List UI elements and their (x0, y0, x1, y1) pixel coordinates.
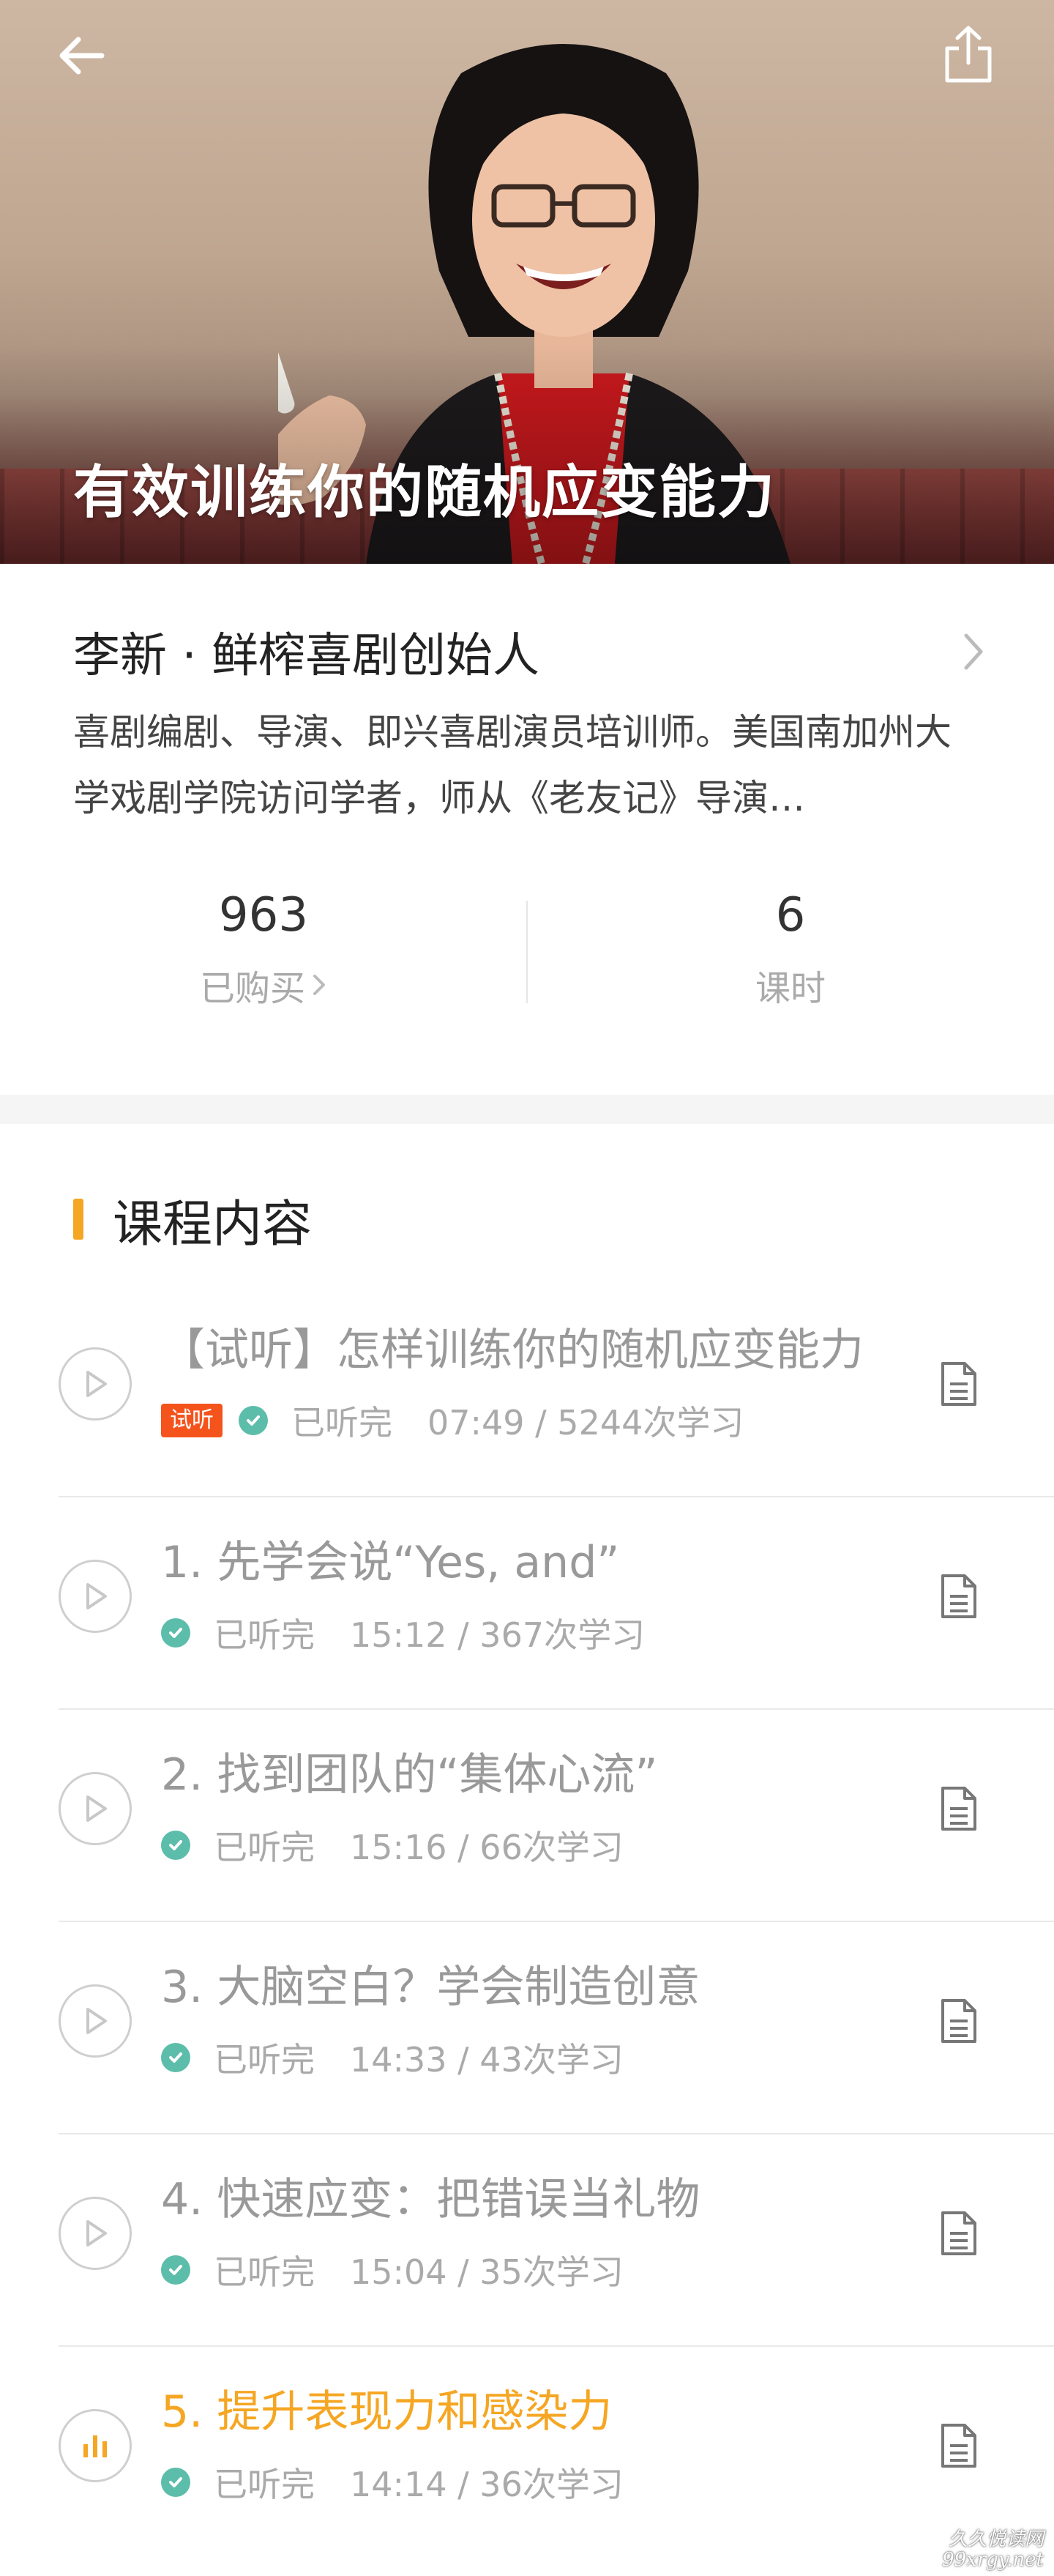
lesson-title: 5. 提升表现力和感染力 (161, 2386, 613, 2438)
chevron-right-icon (313, 975, 325, 995)
document-icon[interactable] (930, 1351, 988, 1417)
site-watermark: 久久悦读网 99xrgy.net (942, 2529, 1044, 2570)
arrow-left-icon (59, 37, 105, 75)
watermark-line-1: 久久悦读网 (948, 2528, 1044, 2550)
lesson-status: 已听完 (291, 1403, 392, 1443)
lesson-status: 已听完 (214, 2040, 315, 2080)
lesson-item-2[interactable]: 2. 找到团队的“集体心流” 已听完 15:16 / 66次学习 (59, 1710, 1054, 1922)
purchased-stat[interactable]: 963 已购买 (0, 886, 527, 1010)
play-button[interactable] (59, 1347, 132, 1421)
check-icon (239, 1406, 268, 1435)
lesson-item-trial[interactable]: 【试听】怎样训练你的随机应变能力 试听 已听完 07:49 / 5244次学习 (59, 1285, 1054, 1497)
lesson-meta: 已听完 15:16 / 66次学习 (161, 1820, 624, 1871)
play-icon (86, 2220, 107, 2246)
lessons-stat: 6 课时 (527, 886, 1054, 1010)
play-icon (86, 1795, 107, 1822)
lesson-title: 2. 找到团队的“集体心流” (161, 1749, 658, 1801)
purchased-label: 已购买 (199, 968, 305, 1009)
back-button[interactable] (53, 26, 111, 85)
lesson-duration-views: 15:16 / 66次学习 (350, 1828, 624, 1867)
play-button[interactable] (59, 2197, 132, 2270)
course-content-section: 课程内容 【试听】怎样训练你的随机应变能力 试听 已听完 07:49 / 524… (0, 1124, 1054, 2576)
author-card: 李新 · 鲜榨喜剧创始人 喜剧编剧、导演、即兴喜剧演员培训师。美国南加州大学戏剧… (0, 564, 1054, 1095)
lesson-duration-views: 14:14 / 36次学习 (350, 2465, 624, 2504)
lesson-meta: 已听完 14:14 / 36次学习 (161, 2457, 624, 2508)
watermark-line-2: 99xrgy.net (942, 2549, 1044, 2571)
play-icon (86, 1371, 107, 1397)
document-icon[interactable] (930, 2200, 988, 2266)
lesson-duration-views: 15:12 / 367次学习 (350, 1615, 646, 1655)
check-icon (161, 1831, 190, 1860)
author-link[interactable]: 李新 · 鲜榨喜剧创始人 (73, 615, 988, 688)
check-icon (161, 2255, 190, 2285)
lesson-item-5-playing[interactable]: 5. 提升表现力和感染力 已听完 14:14 / 36次学习 (59, 2347, 1054, 2559)
section-accent-bar (73, 1199, 83, 1240)
document-icon[interactable] (930, 1988, 988, 2054)
lesson-status: 已听完 (214, 2252, 315, 2292)
purchased-count: 963 (218, 888, 309, 942)
lesson-title: 1. 先学会说“Yes, and” (161, 1537, 620, 1588)
lesson-meta: 试听 已听完 07:49 / 5244次学习 (161, 1395, 744, 1446)
course-hero-banner: 有效训练你的随机应变能力 (0, 0, 1054, 564)
play-button[interactable] (59, 1560, 132, 1633)
lesson-duration-views: 14:33 / 43次学习 (350, 2040, 624, 2080)
playing-indicator-button[interactable] (59, 2409, 132, 2482)
author-bio: 喜剧编剧、导演、即兴喜剧演员培训师。美国南加州大学戏剧学院访问学者，师从《老友记… (73, 711, 952, 819)
play-button[interactable] (59, 1984, 132, 2058)
play-icon (86, 1583, 107, 1609)
course-title: 有效训练你的随机应变能力 (73, 460, 777, 526)
document-icon[interactable] (930, 2413, 988, 2479)
lessons-count: 6 (775, 888, 806, 942)
lesson-title: 3. 大脑空白？学会制造创意 (161, 1962, 700, 2013)
check-icon (161, 2043, 190, 2072)
lesson-item-4[interactable]: 4. 快速应变：把错误当礼物 已听完 15:04 / 35次学习 (59, 2134, 1054, 2347)
lesson-meta: 已听完 15:12 / 367次学习 (161, 1607, 645, 1659)
play-icon (86, 2008, 107, 2034)
lesson-status: 已听完 (214, 1615, 315, 1655)
check-icon (161, 1618, 190, 1648)
lesson-item-1[interactable]: 1. 先学会说“Yes, and” 已听完 15:12 / 367次学习 (59, 1497, 1054, 1710)
document-icon[interactable] (930, 1563, 988, 1629)
section-header: 课程内容 (73, 1183, 312, 1256)
lesson-status: 已听完 (214, 2465, 315, 2504)
share-button[interactable] (935, 18, 1001, 91)
lesson-status: 已听完 (214, 1828, 315, 1867)
course-stats: 963 已购买 6 课时 (0, 886, 1054, 1032)
section-title: 课程内容 (113, 1195, 313, 1254)
lesson-meta: 已听完 15:04 / 35次学习 (161, 2244, 624, 2296)
trial-badge: 试听 (161, 1404, 223, 1437)
share-icon (945, 26, 992, 83)
lesson-meta: 已听完 14:33 / 43次学习 (161, 2032, 624, 2083)
lesson-item-3[interactable]: 3. 大脑空白？学会制造创意 已听完 14:33 / 43次学习 (59, 1922, 1054, 2134)
lesson-title: 4. 快速应变：把错误当礼物 (161, 2174, 700, 2225)
document-icon[interactable] (930, 1776, 988, 1842)
equalizer-icon (83, 2435, 107, 2457)
check-icon (161, 2468, 190, 2497)
lesson-duration-views: 15:04 / 35次学习 (350, 2252, 624, 2292)
chevron-right-icon (964, 633, 983, 670)
play-button[interactable] (59, 1772, 132, 1845)
lessons-label: 课时 (755, 968, 826, 1009)
lesson-duration-views: 07:49 / 5244次学习 (427, 1403, 744, 1443)
lesson-title: 【试听】怎样训练你的随机应变能力 (161, 1325, 864, 1376)
author-name: 李新 · 鲜榨喜剧创始人 (73, 629, 540, 683)
